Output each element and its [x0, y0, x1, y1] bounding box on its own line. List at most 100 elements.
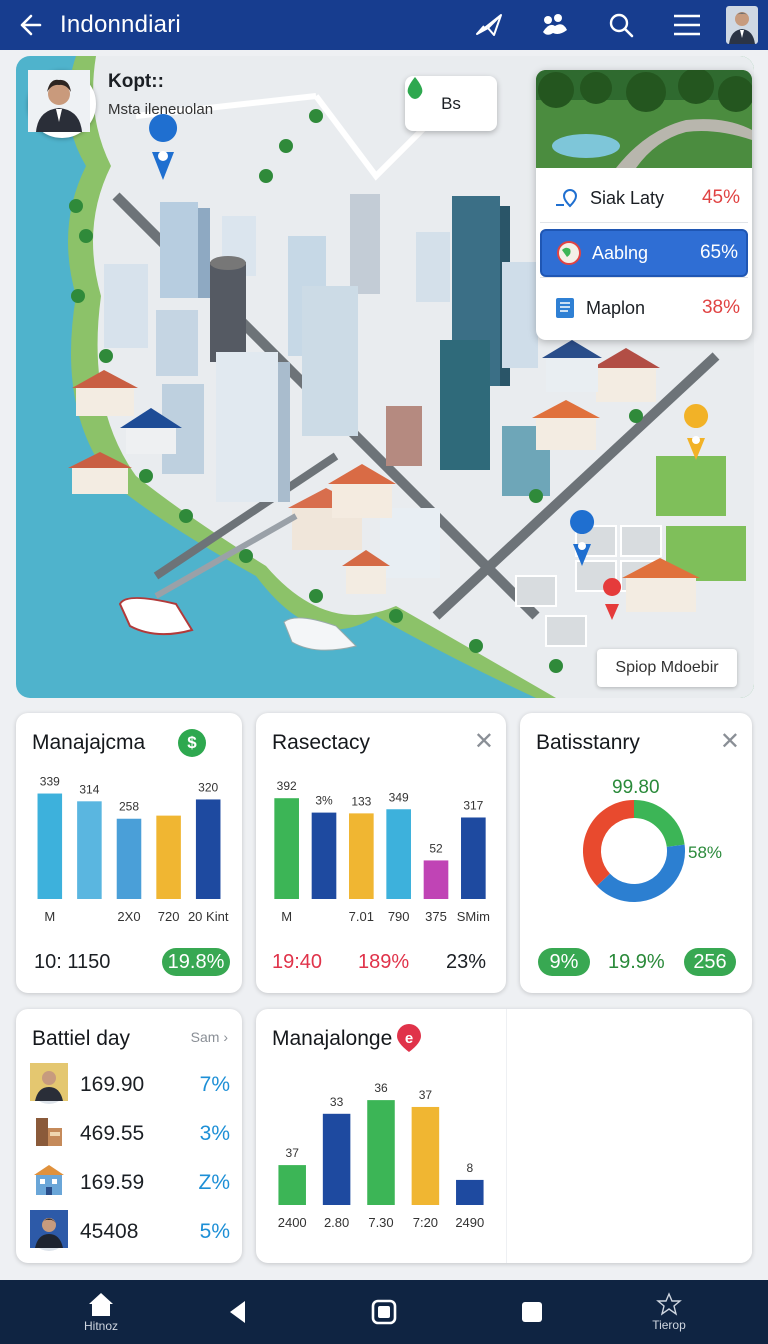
park-photo [536, 70, 752, 168]
back-triangle-icon [230, 1301, 245, 1323]
map-top-button[interactable]: Bs [405, 76, 497, 131]
card-rasectacy[interactable]: Rasectacy ✕ 392 M 3% 133 7.01 349 790 52 375 317 S… [256, 713, 506, 993]
card-battiel-day[interactable]: Battiel day Sam › 169.90 7% 469.55 3% 16… [16, 1009, 242, 1263]
panel-row-1-value: 45% [701, 187, 740, 208]
bar [456, 1179, 484, 1205]
map-top-button-label: Bs [441, 93, 461, 113]
profile-name: Kopt:: [108, 70, 164, 92]
bar [274, 798, 299, 899]
star-outline-icon [656, 1292, 682, 1316]
bar [349, 813, 374, 899]
nav-settings[interactable]: Tierop [644, 1280, 694, 1344]
building-thumbnail [30, 1164, 68, 1202]
home-icon [89, 1293, 113, 1316]
donut-slice [596, 844, 685, 902]
donut-slice [633, 800, 685, 848]
list-item-pct: 7% [199, 1073, 230, 1096]
pets-icon[interactable] [522, 0, 588, 50]
see-more-label: Sam [190, 1029, 220, 1045]
card-footer-value: 10: 1150 [34, 951, 111, 973]
stop-square-icon [522, 1302, 542, 1322]
axis-tick-label: 2490 [455, 1215, 484, 1230]
bar [386, 809, 411, 899]
card-manajalonge[interactable]: Manajalonge e ✕ 372400332.80367.30377:20… [256, 1009, 752, 1263]
panel-row-2[interactable]: Aablng 65% [540, 229, 748, 277]
axis-tick-label: 2400 [278, 1215, 307, 1230]
list-item-value: 169.90 [80, 1073, 145, 1096]
nav-settings-label: Tierop [652, 1318, 686, 1332]
paper-plane-icon[interactable] [456, 0, 522, 50]
list-item-value: 169.59 [80, 1171, 145, 1194]
bar-value-label: 8 [466, 1161, 473, 1175]
bar-value-label: 339 [40, 775, 60, 789]
bar-value-label: 36 [374, 1081, 388, 1095]
menu-icon[interactable] [654, 0, 720, 50]
axis-tick-label: SMim [457, 909, 490, 924]
axis-tick-label: 2X0 [117, 909, 140, 924]
map-profile-card[interactable]: Kopt:: Msta ileneuolan [28, 70, 213, 138]
list-item-pct: 5% [199, 1220, 230, 1243]
card-manajajcma[interactable]: Manajajcma $ 339 M 314 258 2X0 720 320 20 Kint … [16, 713, 242, 993]
list-item[interactable]: 169.90 7% [30, 1063, 230, 1107]
panel-row-1[interactable]: Siak Laty 45% [540, 174, 748, 222]
donut-slice [583, 800, 635, 886]
nav-square[interactable] [512, 1280, 552, 1344]
bar [311, 812, 337, 899]
bar [195, 799, 221, 899]
app-title: Indonndiari [60, 11, 181, 38]
back-arrow-icon[interactable] [0, 0, 60, 50]
profile-subtitle: Msta ileneuolan [108, 100, 214, 118]
panel-row-3-value: 38% [701, 297, 740, 318]
axis-tick-label: 7:20 [413, 1215, 438, 1230]
axis-tick-label: 2.80 [324, 1215, 349, 1230]
see-more-link[interactable]: Sam › [191, 1029, 228, 1045]
bar-value-label: 133 [351, 794, 371, 808]
bar [77, 801, 102, 899]
card-footer-value: 19.9% [608, 951, 665, 973]
bar-value-label: 320 [198, 780, 218, 794]
person-thumbnail [30, 1210, 68, 1251]
list-item[interactable]: 169.59 Z% [30, 1161, 230, 1205]
app-header: Indonndiari [0, 0, 768, 50]
card-footer-pill-1: 9% [538, 948, 590, 976]
bar-value-label: 37 [286, 1146, 300, 1160]
leaf-drop-icon [407, 77, 423, 99]
axis-tick-label: 790 [388, 909, 410, 924]
map-corner-button[interactable]: Spiop Mdoebir [597, 649, 737, 687]
nav-overview[interactable] [364, 1280, 404, 1344]
person-thumbnail [30, 1063, 68, 1104]
bar [423, 860, 449, 899]
nav-home-label: Hitnoz [83, 1319, 118, 1333]
card-batisstanry[interactable]: Batisstanry ✕ 99.80 58% 9% 19.9% 256 [520, 713, 752, 993]
bar-value-label: 317 [463, 798, 483, 812]
chevron-right-icon: › [223, 1029, 228, 1045]
nav-back[interactable] [218, 1280, 258, 1344]
bar-value-label: 37 [419, 1088, 433, 1102]
user-avatar[interactable] [726, 6, 758, 44]
panel-row-2-label: Aablng [592, 242, 649, 263]
list-item[interactable]: 469.55 3% [30, 1112, 230, 1156]
bar [367, 1100, 395, 1205]
bar [116, 818, 142, 899]
panel-row-3[interactable]: Maplon 38% [540, 284, 748, 332]
axis-tick-label: M [281, 909, 292, 924]
card-footer-pill: 19.8% [162, 948, 230, 976]
bar-value-label: 349 [389, 790, 409, 804]
donut-side-label: 58% [688, 843, 723, 862]
panel-row-1-label: Siak Laty [590, 187, 665, 208]
panel-row-2-value: 65% [699, 242, 738, 263]
bar-value-label: 3% [315, 794, 333, 808]
overview-square-icon [371, 1299, 397, 1325]
nav-home[interactable]: Hitnoz [76, 1280, 126, 1344]
axis-tick-label: 375 [425, 909, 447, 924]
axis-tick-label: 20 Kint [188, 909, 229, 924]
bar [37, 793, 63, 899]
search-icon[interactable] [588, 0, 654, 50]
bar [322, 1113, 351, 1205]
document-icon [556, 298, 574, 318]
list-item-pct: Z% [198, 1171, 231, 1194]
card-footer-value-1: 19:40 [272, 951, 323, 973]
list-item[interactable]: 45408 5% [30, 1210, 230, 1254]
donut-chart [583, 800, 685, 902]
bar [461, 817, 486, 899]
